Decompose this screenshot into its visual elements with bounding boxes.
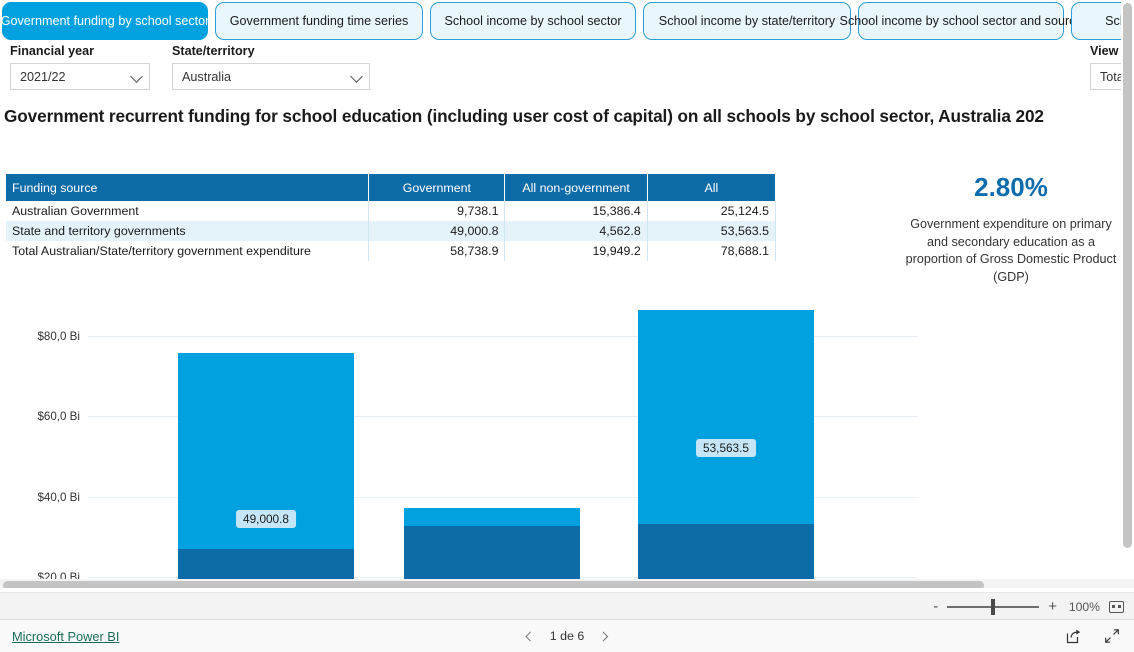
horizontal-scrollbar-thumb[interactable] [3, 581, 984, 588]
status-bar: - + 100% [0, 592, 1134, 620]
zoom-slider[interactable] [947, 599, 1040, 615]
chevron-down-icon [130, 69, 143, 83]
zoom-slider-handle[interactable] [991, 599, 996, 615]
y-axis-tick: $40,0 Bi [37, 491, 80, 504]
row-label: State and territory governments [6, 221, 370, 241]
state-territory-dropdown[interactable]: Australia [172, 63, 370, 90]
tab-government-funding-by-school-sector[interactable]: Government funding by school sector [0, 2, 210, 40]
bar-segment-state-territory[interactable] [638, 310, 814, 524]
report-tab-strip: Government funding by school sector Gove… [0, 0, 1134, 44]
y-axis-tick: $60,0 Bi [37, 410, 80, 423]
tab-label: School income by school sector and sourc… [839, 14, 1083, 28]
page-indicator: 1 de 6 [549, 629, 585, 643]
share-icon[interactable] [1066, 628, 1082, 644]
vertical-scrollbar-thumb[interactable] [1123, 3, 1132, 548]
cell-all: 53,563.5 [647, 221, 777, 241]
funding-bar-chart: Value $80,0 Bi $60,0 Bi $40,0 Bi $20,0 B… [0, 310, 1134, 588]
tab-government-funding-time-series[interactable]: Government funding time series [215, 2, 423, 40]
vertical-scrollbar[interactable] [1121, 0, 1134, 579]
state-territory-slicer: State/territory Australia [172, 44, 370, 90]
row-label: Total Australian/State/territory governm… [6, 241, 370, 261]
cell-government: 58,738.9 [368, 241, 506, 261]
chevron-down-icon [350, 69, 363, 83]
financial-year-value: 2021/22 [20, 69, 66, 84]
financial-year-label: Financial year [10, 44, 94, 58]
state-territory-value: Australia [182, 69, 231, 84]
zoom-level-label: 100% [1068, 600, 1100, 614]
report-canvas: Government funding by school sector Gove… [0, 0, 1134, 588]
zoom-out-button[interactable]: - [933, 599, 938, 614]
bar-data-label: 49,000.8 [236, 510, 296, 528]
bar-data-label: 53,563.5 [696, 439, 756, 457]
tab-label: Government funding time series [229, 14, 409, 28]
fullscreen-icon[interactable] [1104, 628, 1120, 644]
chevron-right-icon[interactable] [598, 631, 609, 641]
column-header-all-non-government[interactable]: All non-government [504, 174, 648, 201]
footer-actions [1066, 628, 1120, 644]
cell-government: 49,000.8 [368, 221, 506, 241]
table-row[interactable]: State and territory governments 49,000.8… [6, 221, 777, 241]
bar-group-all-non-government[interactable] [404, 310, 580, 588]
y-axis-tick: $80,0 Bi [37, 330, 80, 343]
chart-plot-area: 49,000.8 53,563.5 [88, 310, 918, 588]
funding-matrix-table: Funding source Government All non-govern… [6, 174, 777, 261]
tab-label: Government funding by school sector [0, 14, 210, 28]
financial-year-dropdown[interactable]: 2021/22 [10, 63, 150, 90]
table-header-row: Funding source Government All non-govern… [6, 174, 777, 201]
cell-all: 25,124.5 [647, 201, 777, 221]
horizontal-scrollbar[interactable] [0, 579, 1134, 588]
zoom-control: - + 100% [933, 593, 1124, 621]
cell-government: 9,738.1 [368, 201, 506, 221]
power-bi-report-viewer: Government funding by school sector Gove… [0, 0, 1134, 652]
bar-group-all[interactable]: 53,563.5 [638, 310, 814, 588]
kpi-caption: Government expenditure on primary and se… [905, 217, 1117, 284]
tab-label: School income by school sector [444, 14, 622, 28]
tab-label: School income by state/territory [658, 14, 836, 28]
tab-school-income-by-state-territory[interactable]: School income by state/territory [643, 2, 851, 40]
tab-school-income-by-school-sector[interactable]: School income by school sector [430, 2, 636, 40]
gdp-proportion-kpi-card: 2.80% Government expenditure on primary … [905, 172, 1117, 286]
state-territory-label: State/territory [172, 44, 255, 58]
zoom-in-button[interactable]: + [1048, 599, 1057, 614]
table-row[interactable]: Total Australian/State/territory governm… [6, 241, 777, 261]
report-title: Government recurrent funding for school … [4, 106, 1044, 126]
column-header-all[interactable]: All [647, 174, 777, 201]
footer-bar: Microsoft Power BI 1 de 6 [0, 620, 1134, 652]
slicer-row: Financial year 2021/22 State/territory A… [0, 44, 1134, 102]
financial-year-slicer: Financial year 2021/22 [10, 44, 150, 90]
bar-group-government[interactable]: 49,000.8 [178, 310, 354, 588]
cell-all-non-government: 4,562.8 [504, 221, 648, 241]
tab-school-income-by-school-sector-and-source[interactable]: School income by school sector and sourc… [840, 2, 1082, 40]
cell-all: 78,688.1 [647, 241, 777, 261]
microsoft-power-bi-link[interactable]: Microsoft Power BI [12, 629, 119, 644]
bar-segment-state-territory[interactable] [404, 508, 580, 526]
cell-all-non-government: 19,949.2 [504, 241, 648, 261]
chevron-left-icon[interactable] [525, 631, 536, 641]
column-header-government[interactable]: Government [368, 174, 506, 201]
page-navigation: 1 de 6 [525, 629, 609, 643]
fit-to-screen-icon[interactable] [1109, 601, 1124, 613]
cell-all-non-government: 15,386.4 [504, 201, 648, 221]
kpi-value: 2.80% [974, 172, 1048, 202]
column-header-funding-source[interactable]: Funding source [6, 174, 370, 201]
table-row[interactable]: Australian Government 9,738.1 15,386.4 2… [6, 201, 777, 221]
row-label: Australian Government [6, 201, 370, 221]
